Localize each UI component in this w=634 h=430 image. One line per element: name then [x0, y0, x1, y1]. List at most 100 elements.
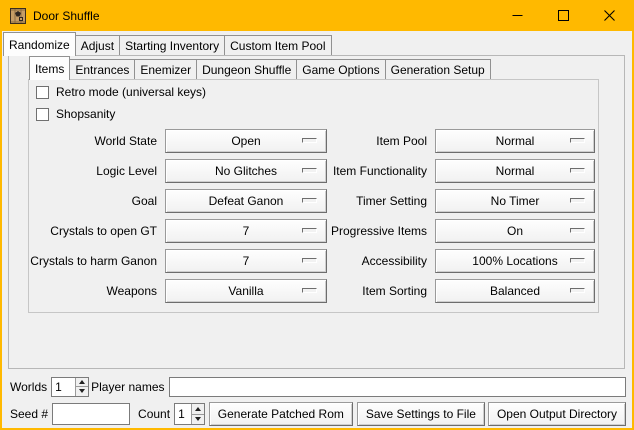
close-button[interactable]: [586, 0, 632, 31]
door-icon: [10, 8, 26, 24]
arrow-up-icon: [195, 407, 201, 411]
tab-label: Entrances: [75, 63, 129, 77]
stepper-down-button[interactable]: [76, 387, 88, 396]
goal-dropdown[interactable]: Defeat Ganon: [165, 189, 327, 213]
dropdown-indicator-icon: [570, 198, 585, 203]
goal-value: Defeat Ganon: [209, 194, 284, 208]
player-names-input[interactable]: [169, 377, 627, 397]
save-settings-button[interactable]: Save Settings to File: [357, 402, 485, 426]
arrow-up-icon: [79, 380, 85, 384]
maximize-icon: [558, 10, 569, 21]
option-row: Logic Level No Glitches Item Functionali…: [29, 159, 598, 183]
weapons-dropdown[interactable]: Vanilla: [165, 279, 327, 303]
main-tabstrip: Randomize Adjust Starting Inventory Cust…: [3, 31, 331, 55]
option-row: World State Open Item Pool Normal: [29, 129, 598, 153]
tab-dungeon-shuffle[interactable]: Dungeon Shuffle: [196, 59, 297, 79]
tab-label: Items: [35, 62, 64, 76]
stepper-up-button[interactable]: [76, 378, 88, 388]
retro-mode-checkbox-row: Retro mode (universal keys): [36, 85, 206, 99]
stepper-arrows: [75, 378, 88, 396]
item-pool-label: Item Pool: [317, 129, 427, 153]
arrow-down-icon: [79, 389, 85, 393]
maximize-button[interactable]: [540, 0, 586, 31]
stepper-arrows: [191, 404, 204, 424]
minimize-button[interactable]: [494, 0, 540, 31]
tab-enemizer[interactable]: Enemizer: [134, 59, 197, 79]
crystals-ganon-value: 7: [243, 254, 250, 268]
logic-level-value: No Glitches: [215, 164, 277, 178]
dropdown-indicator-icon: [302, 168, 317, 173]
tab-randomize[interactable]: Randomize: [3, 32, 76, 56]
logic-level-label: Logic Level: [29, 159, 157, 183]
world-state-dropdown[interactable]: Open: [165, 129, 327, 153]
bottom-row-generate: Seed # Count 1 Generate Patched Rom Save…: [8, 402, 626, 426]
tab-label: Game Options: [302, 63, 379, 77]
crystals-gt-dropdown[interactable]: 7: [165, 219, 327, 243]
bottom-row-worlds: Worlds 1 Player names: [8, 376, 626, 397]
worlds-stepper[interactable]: 1: [51, 377, 89, 397]
tab-label: Custom Item Pool: [230, 39, 325, 53]
items-tab-pane: Retro mode (universal keys) Shopsanity W…: [28, 79, 599, 313]
arrow-down-icon: [195, 417, 201, 421]
tab-starting-inventory[interactable]: Starting Inventory: [119, 35, 225, 55]
timer-setting-label: Timer Setting: [317, 189, 427, 213]
app-window: Door Shuffle Randomize Adjust Starting I…: [0, 0, 634, 430]
shopsanity-checkbox[interactable]: [36, 108, 49, 121]
tab-game-options[interactable]: Game Options: [296, 59, 385, 79]
tab-adjust[interactable]: Adjust: [75, 35, 120, 55]
progressive-items-value: On: [507, 224, 523, 238]
retro-mode-checkbox[interactable]: [36, 86, 49, 99]
item-pool-dropdown[interactable]: Normal: [435, 129, 595, 153]
tab-label: Adjust: [81, 39, 114, 53]
titlebar: Door Shuffle: [2, 0, 632, 31]
option-row: Weapons Vanilla Item Sorting Balanced: [29, 279, 598, 303]
seed-label: Seed #: [10, 407, 48, 421]
accessibility-label: Accessibility: [317, 249, 427, 273]
dropdown-indicator-icon: [570, 288, 585, 293]
tab-entrances[interactable]: Entrances: [69, 59, 135, 79]
option-row: Crystals to harm Ganon 7 Accessibility 1…: [29, 249, 598, 273]
world-state-label: World State: [29, 129, 157, 153]
goal-label: Goal: [29, 189, 157, 213]
accessibility-dropdown[interactable]: 100% Locations: [435, 249, 595, 273]
shopsanity-checkbox-row: Shopsanity: [36, 107, 115, 121]
dropdown-indicator-icon: [302, 288, 317, 293]
count-stepper[interactable]: 1: [174, 403, 205, 425]
crystals-ganon-label: Crystals to harm Ganon: [29, 249, 157, 273]
open-output-directory-button[interactable]: Open Output Directory: [488, 402, 626, 426]
retro-mode-label: Retro mode (universal keys): [56, 85, 206, 99]
tab-label: Enemizer: [140, 63, 191, 77]
timer-setting-dropdown[interactable]: No Timer: [435, 189, 595, 213]
window-title: Door Shuffle: [33, 9, 100, 23]
tab-generation-setup[interactable]: Generation Setup: [385, 59, 491, 79]
option-row: Goal Defeat Ganon Timer Setting No Timer: [29, 189, 598, 213]
crystals-gt-label: Crystals to open GT: [29, 219, 157, 243]
option-row: Crystals to open GT 7 Progressive Items …: [29, 219, 598, 243]
dropdown-indicator-icon: [302, 228, 317, 233]
logic-level-dropdown[interactable]: No Glitches: [165, 159, 327, 183]
close-icon: [604, 10, 615, 21]
crystals-ganon-dropdown[interactable]: 7: [165, 249, 327, 273]
progressive-items-label: Progressive Items: [317, 219, 427, 243]
stepper-up-button[interactable]: [192, 404, 204, 415]
item-sorting-dropdown[interactable]: Balanced: [435, 279, 595, 303]
dropdown-indicator-icon: [302, 138, 317, 143]
world-state-value: Open: [231, 134, 260, 148]
crystals-gt-value: 7: [243, 224, 250, 238]
sub-tabstrip: Items Entrances Enemizer Dungeon Shuffle…: [29, 55, 490, 79]
seed-input[interactable]: [52, 403, 130, 425]
dropdown-indicator-icon: [570, 228, 585, 233]
stepper-down-button[interactable]: [192, 415, 204, 425]
tab-custom-item-pool[interactable]: Custom Item Pool: [224, 35, 331, 55]
generate-patched-rom-button[interactable]: Generate Patched Rom: [209, 402, 353, 426]
minimize-icon: [512, 10, 523, 21]
player-names-label: Player names: [91, 380, 164, 394]
item-sorting-value: Balanced: [490, 284, 540, 298]
dropdown-indicator-icon: [570, 138, 585, 143]
tab-items[interactable]: Items: [29, 56, 70, 80]
progressive-items-dropdown[interactable]: On: [435, 219, 595, 243]
tab-label: Dungeon Shuffle: [202, 63, 291, 77]
item-functionality-dropdown[interactable]: Normal: [435, 159, 595, 183]
dropdown-indicator-icon: [570, 258, 585, 263]
item-pool-value: Normal: [496, 134, 535, 148]
